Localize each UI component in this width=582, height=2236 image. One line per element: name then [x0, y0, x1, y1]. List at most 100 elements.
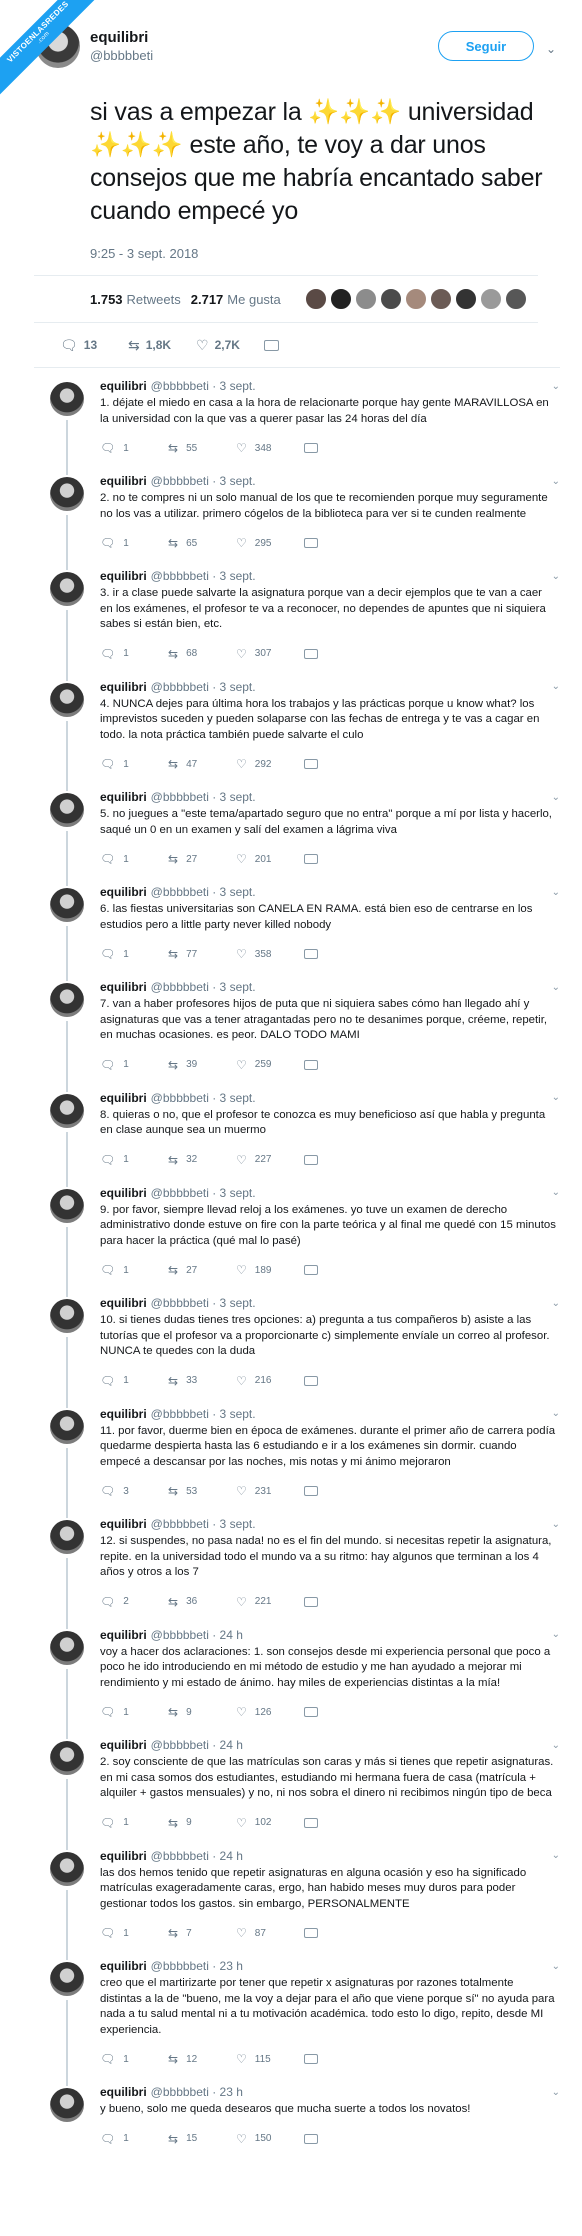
author-name[interactable]: equilibri	[100, 1407, 147, 1421]
retweet-button[interactable]: ⇆ 65	[168, 536, 236, 550]
avatar[interactable]	[50, 1188, 84, 1223]
chevron-down-icon[interactable]: ⌄	[546, 42, 556, 56]
author-name[interactable]: equilibri	[100, 1628, 147, 1642]
tweet-timestamp[interactable]: 9:25 - 3 sept. 2018	[90, 246, 560, 261]
thread-reply[interactable]: equilibri @bbbbbeti · 23 h ⌄ y bueno, so…	[0, 2074, 582, 2154]
author-handle[interactable]: @bbbbbeti · 3 sept.	[151, 1186, 256, 1200]
author-name[interactable]: equilibri	[100, 1849, 147, 1863]
like-button[interactable]: ♡ 227	[236, 1153, 304, 1167]
retweet-button[interactable]: ⇆ 27	[168, 1263, 236, 1277]
author-handle[interactable]: @bbbbbeti · 23 h	[151, 2085, 243, 2099]
dm-button[interactable]	[264, 339, 332, 351]
avatar[interactable]	[50, 477, 84, 511]
liker-avatar[interactable]	[379, 288, 402, 310]
author-name[interactable]: equilibri	[100, 2085, 147, 2099]
author-name[interactable]: equilibri	[100, 474, 147, 488]
like-button[interactable]: ♡ 87	[236, 1926, 304, 1940]
author-name[interactable]: equilibri	[100, 790, 147, 804]
avatar[interactable]	[50, 1520, 84, 1554]
retweet-button[interactable]: ⇆ 36	[168, 1595, 236, 1609]
dm-button[interactable]	[304, 538, 372, 548]
dm-button[interactable]	[304, 648, 372, 659]
author-handle[interactable]: @bbbbbeti · 3 sept.	[151, 885, 256, 899]
retweet-button[interactable]: ⇆ 47	[168, 757, 236, 771]
like-button[interactable]: ♡ 292	[236, 757, 304, 771]
reply-button[interactable]: 🗨 1	[100, 1926, 168, 1940]
liker-avatar[interactable]	[354, 288, 377, 310]
reply-button[interactable]: 🗨 1	[100, 441, 168, 455]
author-handle[interactable]: @bbbbbeti · 23 h	[151, 1959, 243, 1973]
retweet-button[interactable]: ⇆ 33	[168, 1374, 236, 1388]
like-button[interactable]: ♡ 358	[236, 947, 304, 961]
like-button[interactable]: ♡ 295	[236, 536, 304, 550]
author-handle[interactable]: @bbbbbeti · 3 sept.	[151, 474, 256, 488]
author-handle[interactable]: @bbbbbeti · 24 h	[151, 1738, 243, 1752]
avatar[interactable]	[50, 1741, 84, 1775]
like-button[interactable]: ♡ 115	[236, 2052, 304, 2066]
reply-button[interactable]: 🗨 1	[100, 1705, 168, 1719]
chevron-down-icon[interactable]: ⌄	[552, 792, 560, 803]
thread-reply[interactable]: equilibri @bbbbbeti · 24 h ⌄ voy a hacer…	[0, 1617, 582, 1739]
author-handle[interactable]: @bbbbbeti · 3 sept.	[151, 1091, 256, 1105]
thread-reply[interactable]: equilibri @bbbbbeti · 3 sept. ⌄ 3. ir a …	[0, 558, 582, 681]
chevron-down-icon[interactable]: ⌄	[552, 1740, 560, 1751]
liker-avatar[interactable]	[329, 288, 352, 310]
author-handle[interactable]: @bbbbbeti · 3 sept.	[151, 379, 256, 393]
retweet-button[interactable]: ⇆ 32	[168, 1153, 236, 1167]
dm-button[interactable]	[304, 2054, 372, 2064]
avatar[interactable]	[50, 382, 84, 416]
author-handle[interactable]: @bbbbbeti · 3 sept.	[151, 790, 256, 804]
chevron-down-icon[interactable]: ⌄	[552, 1092, 560, 1103]
dm-button[interactable]	[304, 854, 372, 864]
avatar[interactable]	[50, 793, 84, 827]
reply-button[interactable]: 🗨 3	[100, 1484, 168, 1498]
like-button[interactable]: ♡ 307	[236, 647, 304, 661]
avatar[interactable]	[50, 682, 84, 717]
likes-stat[interactable]: 2.717 Me gusta	[191, 292, 281, 307]
retweet-button[interactable]: ⇆ 7	[168, 1926, 236, 1940]
dm-button[interactable]	[304, 1375, 372, 1386]
chevron-down-icon[interactable]: ⌄	[552, 681, 560, 692]
chevron-down-icon[interactable]: ⌄	[552, 1298, 560, 1309]
chevron-down-icon[interactable]: ⌄	[552, 476, 560, 487]
author-name[interactable]: equilibri	[100, 980, 147, 994]
author-name[interactable]: equilibri	[90, 29, 153, 46]
thread-reply[interactable]: equilibri @bbbbbeti · 3 sept. ⌄ 8. quier…	[0, 1080, 582, 1187]
retweet-button[interactable]: ⇆ 68	[168, 647, 236, 661]
author-name[interactable]: equilibri	[100, 885, 147, 899]
like-button[interactable]: ♡ 189	[236, 1263, 304, 1277]
author-name[interactable]: equilibri	[100, 680, 147, 694]
retweet-button[interactable]: ⇆ 9	[168, 1705, 236, 1719]
avatar[interactable]	[50, 983, 84, 1017]
thread-reply[interactable]: equilibri @bbbbbeti · 3 sept. ⌄ 2. no te…	[0, 463, 582, 570]
like-button[interactable]: ♡ 259	[236, 1058, 304, 1072]
like-button[interactable]: ♡ 216	[236, 1374, 304, 1388]
like-button[interactable]: ♡ 231	[236, 1484, 304, 1498]
author-name[interactable]: equilibri	[100, 569, 147, 583]
like-button[interactable]: ♡ 126	[236, 1705, 304, 1719]
reply-button[interactable]: 🗨 1	[100, 2132, 168, 2146]
dm-button[interactable]	[304, 443, 372, 453]
author-handle[interactable]: @bbbbbeti	[90, 48, 153, 63]
reply-button[interactable]: 🗨 1	[100, 1153, 168, 1167]
thread-reply[interactable]: equilibri @bbbbbeti · 3 sept. ⌄ 11. por …	[0, 1396, 582, 1518]
retweet-button[interactable]: ⇆ 27	[168, 852, 236, 866]
like-button[interactable]: ♡ 150	[236, 2132, 304, 2146]
author-handle[interactable]: @bbbbbeti · 3 sept.	[151, 680, 256, 694]
reply-button[interactable]: 🗨 2	[100, 1595, 168, 1609]
dm-button[interactable]	[304, 1486, 372, 1496]
author-name[interactable]: equilibri	[100, 1738, 147, 1752]
reply-button[interactable]: 🗨 1	[100, 2052, 168, 2066]
reply-button[interactable]: 🗨 1	[100, 757, 168, 771]
chevron-down-icon[interactable]: ⌄	[552, 887, 560, 898]
author-name[interactable]: equilibri	[100, 1517, 147, 1531]
dm-button[interactable]	[304, 1817, 372, 1828]
chevron-down-icon[interactable]: ⌄	[552, 1629, 560, 1640]
reply-button[interactable]: 🗨 1	[100, 647, 168, 661]
chevron-down-icon[interactable]: ⌄	[552, 571, 560, 582]
author-handle[interactable]: @bbbbbeti · 3 sept.	[151, 1296, 256, 1310]
retweet-button[interactable]: ⇆ 55	[168, 441, 236, 455]
thread-reply[interactable]: equilibri @bbbbbeti · 3 sept. ⌄ 10. si t…	[0, 1285, 582, 1408]
liker-avatar[interactable]	[454, 288, 477, 310]
retweet-button[interactable]: ⇆ 39	[168, 1058, 236, 1072]
